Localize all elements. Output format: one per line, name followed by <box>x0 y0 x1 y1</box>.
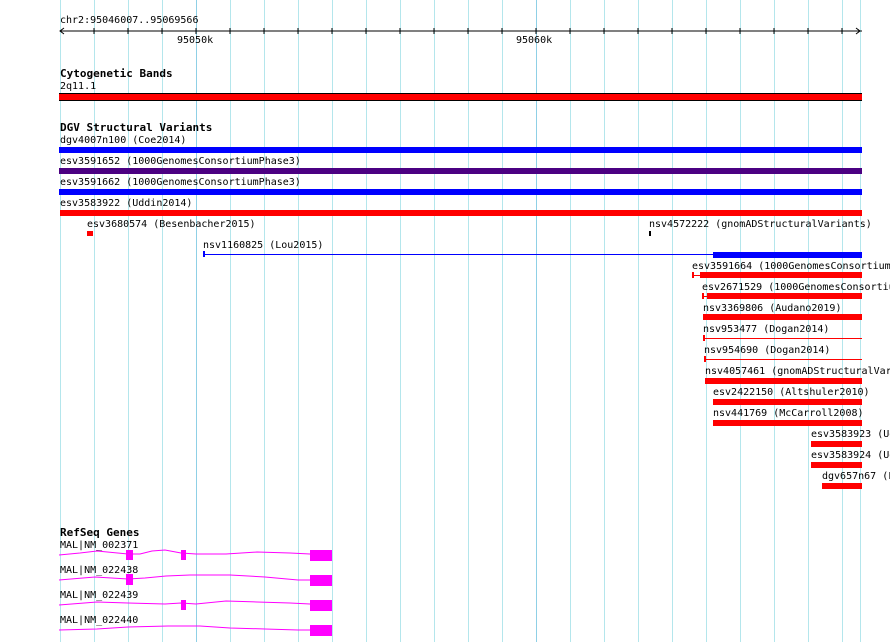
feature-label: esv3591652 (1000GenomesConsortiumPhase3) <box>60 156 301 167</box>
variant-feature[interactable] <box>59 168 862 174</box>
gene-feature[interactable] <box>0 620 340 640</box>
ruler-tick-label: 95050k <box>177 35 214 46</box>
ruler-tick-label: 95060k <box>516 35 553 46</box>
cytoband-track-title: Cytogenetic Bands <box>60 67 173 80</box>
variant-feature[interactable] <box>59 189 862 195</box>
variant-feature[interactable] <box>87 231 93 236</box>
variant-feature[interactable] <box>60 210 862 216</box>
feature-label: nsv4572222 (gnomADStructuralVariants) <box>649 219 872 230</box>
feature-label: nsv4057461 (gnomADStructuralVar <box>705 366 890 377</box>
variant-feature[interactable] <box>705 378 862 384</box>
variant-feature[interactable] <box>811 462 862 468</box>
feature-label: dgv657n67 (F <box>822 471 890 482</box>
cytoband-feature[interactable] <box>59 93 862 101</box>
variant-feature[interactable] <box>649 231 651 236</box>
feature-label: esv2422150 (Altshuler2010) <box>713 387 870 398</box>
feature-label: esv3591664 (1000GenomesConsortium <box>692 261 890 272</box>
variant-feature[interactable] <box>59 147 862 153</box>
dgv-track-title: DGV Structural Variants <box>60 121 213 134</box>
feature-label: esv3583923 (Ud <box>811 429 890 440</box>
feature-label: esv3591662 (1000GenomesConsortiumPhase3) <box>60 177 301 188</box>
cytoband-label: 2q11.1 <box>60 81 97 92</box>
variant-feature[interactable] <box>713 399 862 405</box>
refseq-track-title: RefSeq Genes <box>60 526 140 539</box>
variant-feature[interactable] <box>713 420 862 426</box>
variant-feature[interactable] <box>811 441 862 447</box>
gene-feature[interactable] <box>0 595 340 615</box>
feature-label: esv3680574 (Besenbacher2015) <box>87 219 256 230</box>
feature-label: dgv4007n100 (Coe2014) <box>60 135 187 146</box>
feature-label: nsv1160825 (Lou2015) <box>203 240 324 251</box>
feature-label: nsv954690 (Dogan2014) <box>704 345 831 356</box>
gene-feature[interactable] <box>0 570 340 590</box>
feature-label: esv3583924 (Ud <box>811 450 890 461</box>
feature-label: esv3583922 (Uddin2014) <box>60 198 193 209</box>
feature-label: nsv3369806 (Audano2019) <box>703 303 842 314</box>
gene-feature[interactable] <box>0 545 340 565</box>
variant-feature[interactable] <box>822 483 862 489</box>
feature-label: nsv441769 (McCarroll2008) <box>713 408 864 419</box>
variant-feature[interactable] <box>703 314 862 320</box>
feature-label: esv2671529 (1000GenomesConsortiu <box>702 282 890 293</box>
feature-label: nsv953477 (Dogan2014) <box>703 324 830 335</box>
location-label: chr2:95046007..95069566 <box>60 15 199 26</box>
